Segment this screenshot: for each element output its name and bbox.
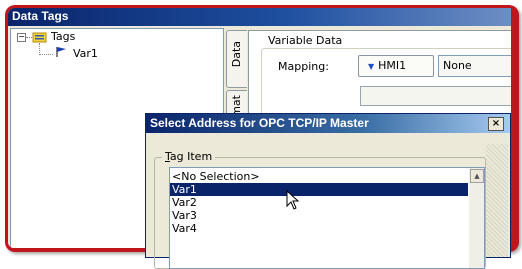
variable-data-label: Variable Data <box>266 34 345 47</box>
secondary-field[interactable] <box>360 86 511 106</box>
window-titlebar: Data Tags <box>8 8 511 26</box>
mapping-label: Mapping: <box>278 60 329 73</box>
scroll-up-icon[interactable]: ▲ <box>470 169 484 183</box>
dialog-titlebar: Select Address for OPC TCP/IP Master × <box>146 114 510 133</box>
hmi-dropdown-button[interactable]: ▼ HMI1 <box>358 55 434 77</box>
tree-connector <box>39 54 53 55</box>
window-title: Data Tags <box>12 9 69 23</box>
close-button[interactable]: × <box>488 117 504 131</box>
mapping-value-field[interactable]: None <box>438 55 511 77</box>
tag-item-listbox[interactable]: <No Selection> Var1 Var2 Var3 Var4 ▲ <box>169 167 485 269</box>
disabled-area <box>486 144 508 257</box>
tag-item-label: Tag Item <box>162 150 216 163</box>
tag-flag-icon <box>56 47 66 57</box>
tags-folder-icon <box>32 32 47 43</box>
mouse-cursor-icon <box>286 190 300 210</box>
list-item-selected[interactable]: Var1 <box>170 183 468 196</box>
dialog-title: Select Address for OPC TCP/IP Master <box>150 116 369 130</box>
tab-data[interactable]: Data <box>226 30 247 88</box>
tree-item-var1[interactable]: Var1 <box>73 47 98 61</box>
collapse-icon[interactable]: − <box>17 33 26 42</box>
list-item[interactable]: Var3 <box>170 209 468 222</box>
tree-item-tags[interactable]: Tags <box>51 30 75 44</box>
dropdown-arrow-icon: ▼ <box>368 62 375 71</box>
list-item[interactable]: Var2 <box>170 196 468 209</box>
listbox-scrollbar[interactable]: ▲ <box>469 168 484 268</box>
list-item[interactable]: Var4 <box>170 222 468 235</box>
list-item[interactable]: <No Selection> <box>170 170 468 183</box>
